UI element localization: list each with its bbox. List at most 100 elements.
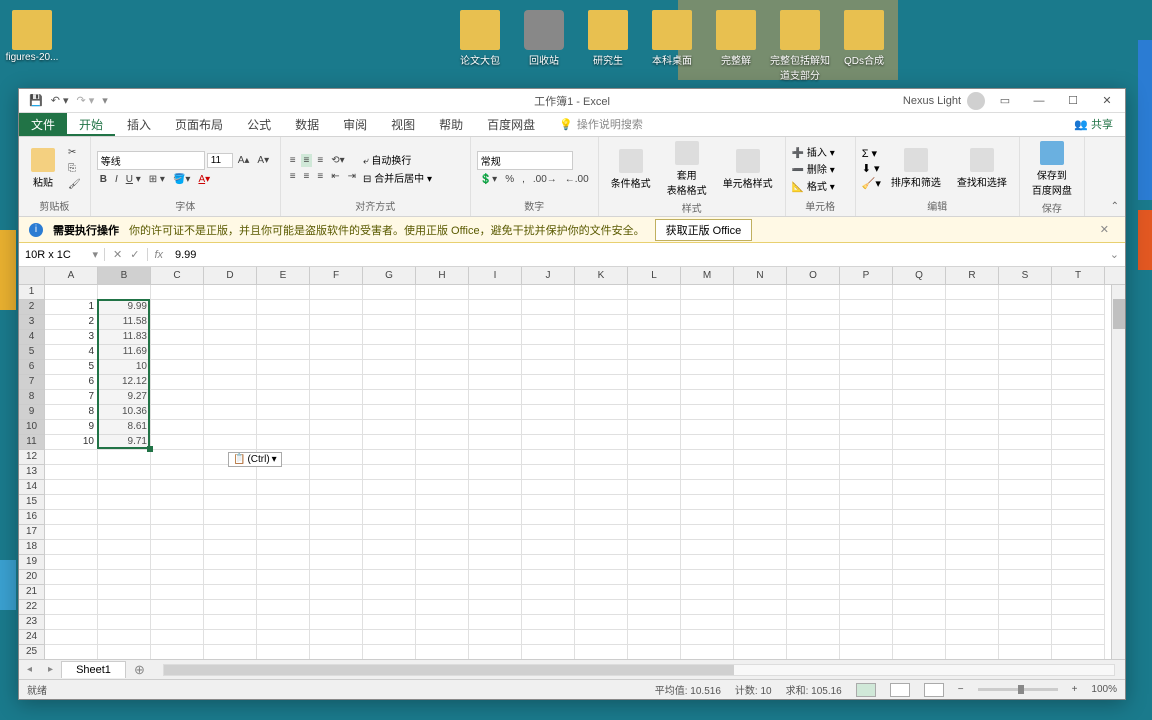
cell-I7[interactable] [469,375,522,390]
cell-D22[interactable] [204,600,257,615]
cell-K12[interactable] [575,450,628,465]
cell-G6[interactable] [363,360,416,375]
cell-P15[interactable] [840,495,893,510]
cell-K10[interactable] [575,420,628,435]
cell-B8[interactable]: 9.27 [98,390,151,405]
cell-E15[interactable] [257,495,310,510]
cell-A23[interactable] [45,615,98,630]
desktop-icon-论文大包[interactable]: 论文大包 [450,10,510,67]
cell-N5[interactable] [734,345,787,360]
cell-Q7[interactable] [893,375,946,390]
cell-E21[interactable] [257,585,310,600]
dismiss-message-icon[interactable]: ✕ [1094,223,1115,236]
cell-T7[interactable] [1052,375,1105,390]
cell-S11[interactable] [999,435,1052,450]
cell-N10[interactable] [734,420,787,435]
cell-H10[interactable] [416,420,469,435]
cell-S18[interactable] [999,540,1052,555]
cell-M25[interactable] [681,645,734,659]
paste-options-tag[interactable]: 📋(Ctrl)▾ [228,452,282,467]
cell-D6[interactable] [204,360,257,375]
cell-A20[interactable] [45,570,98,585]
cell-L16[interactable] [628,510,681,525]
cell-C17[interactable] [151,525,204,540]
col-head-O[interactable]: O [787,267,840,284]
cell-O2[interactable] [787,300,840,315]
cell-K4[interactable] [575,330,628,345]
cell-C15[interactable] [151,495,204,510]
row-head-22[interactable]: 22 [19,600,44,615]
cell-P5[interactable] [840,345,893,360]
tab-审阅[interactable]: 审阅 [331,113,379,136]
cell-L11[interactable] [628,435,681,450]
cell-M9[interactable] [681,405,734,420]
cell-J21[interactable] [522,585,575,600]
cell-I20[interactable] [469,570,522,585]
cell-S6[interactable] [999,360,1052,375]
cell-T24[interactable] [1052,630,1105,645]
cell-J7[interactable] [522,375,575,390]
row-head-2[interactable]: 2 [19,300,44,315]
qat-customize-icon[interactable]: ▾ [102,94,108,107]
cell-O12[interactable] [787,450,840,465]
cell-T10[interactable] [1052,420,1105,435]
save-cloud-button[interactable]: 保存到 百度网盘 [1026,139,1078,199]
cell-M8[interactable] [681,390,734,405]
format-cells-button[interactable]: 📐 格式 ▾ [792,178,835,193]
cell-M7[interactable] [681,375,734,390]
cell-R15[interactable] [946,495,999,510]
cell-T18[interactable] [1052,540,1105,555]
cell-R11[interactable] [946,435,999,450]
cell-K9[interactable] [575,405,628,420]
cell-E13[interactable] [257,465,310,480]
cell-K5[interactable] [575,345,628,360]
selection-fill-handle[interactable] [147,446,153,452]
clear-icon[interactable]: 🧹▾ [862,177,881,190]
cell-G1[interactable] [363,285,416,300]
cell-L18[interactable] [628,540,681,555]
cell-F4[interactable] [310,330,363,345]
col-head-K[interactable]: K [575,267,628,284]
cell-B12[interactable] [98,450,151,465]
share-button[interactable]: 👥 共享 [1062,113,1125,136]
user-name[interactable]: Nexus Light [903,95,961,107]
col-head-L[interactable]: L [628,267,681,284]
cell-K23[interactable] [575,615,628,630]
cell-N17[interactable] [734,525,787,540]
cell-J4[interactable] [522,330,575,345]
cell-S3[interactable] [999,315,1052,330]
cell-C25[interactable] [151,645,204,659]
cell-C18[interactable] [151,540,204,555]
cell-A15[interactable] [45,495,98,510]
cell-J22[interactable] [522,600,575,615]
cell-Q8[interactable] [893,390,946,405]
cell-P9[interactable] [840,405,893,420]
cell-N11[interactable] [734,435,787,450]
cell-K17[interactable] [575,525,628,540]
cell-I21[interactable] [469,585,522,600]
col-head-M[interactable]: M [681,267,734,284]
cell-G15[interactable] [363,495,416,510]
row-head-21[interactable]: 21 [19,585,44,600]
cell-D14[interactable] [204,480,257,495]
cell-O25[interactable] [787,645,840,659]
cell-L21[interactable] [628,585,681,600]
cell-E10[interactable] [257,420,310,435]
cell-K11[interactable] [575,435,628,450]
cell-S1[interactable] [999,285,1052,300]
cancel-formula-icon[interactable]: ✕ [113,248,122,261]
border-icon[interactable]: ⊞ ▾ [146,173,168,186]
cell-K2[interactable] [575,300,628,315]
cell-L3[interactable] [628,315,681,330]
cell-I19[interactable] [469,555,522,570]
cell-P16[interactable] [840,510,893,525]
cell-H4[interactable] [416,330,469,345]
cell-B10[interactable]: 8.61 [98,420,151,435]
col-head-D[interactable]: D [204,267,257,284]
cell-N8[interactable] [734,390,787,405]
cell-M12[interactable] [681,450,734,465]
cell-D13[interactable] [204,465,257,480]
cell-G9[interactable] [363,405,416,420]
cell-S5[interactable] [999,345,1052,360]
cell-I2[interactable] [469,300,522,315]
